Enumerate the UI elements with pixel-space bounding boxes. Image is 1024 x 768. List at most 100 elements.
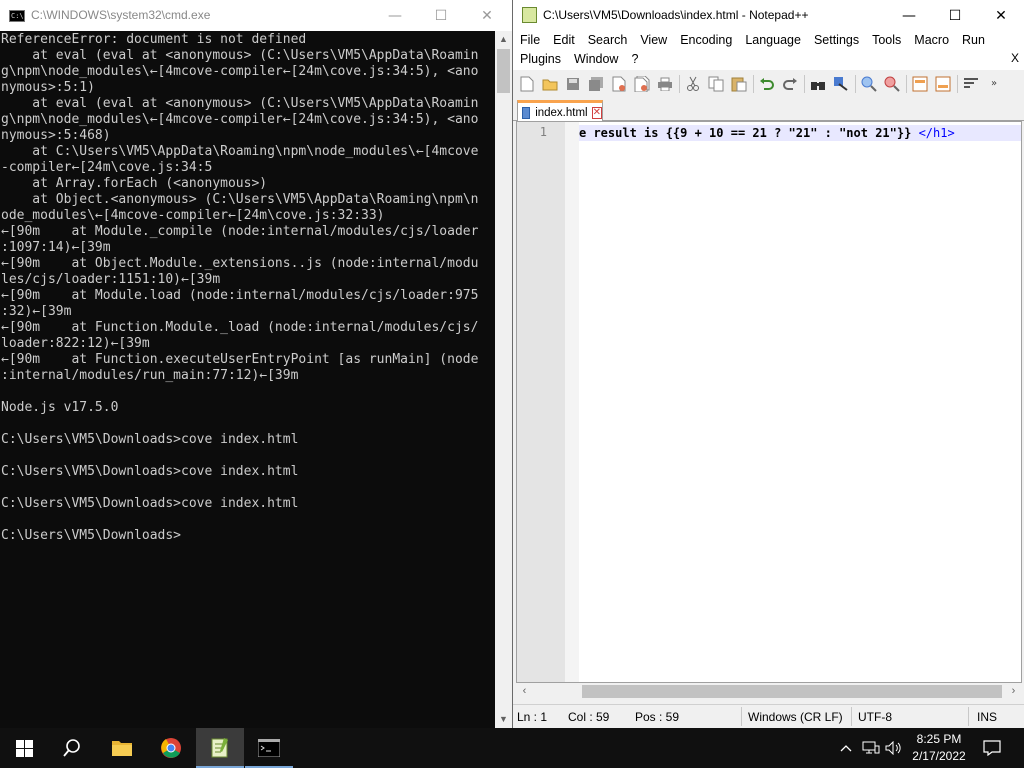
fold-margin	[565, 122, 579, 682]
zoom-out-icon[interactable]	[883, 75, 901, 93]
clock-date: 2/17/2022	[912, 749, 966, 763]
file-explorer-icon[interactable]	[98, 728, 146, 768]
console-line: C:\Users\VM5\Downloads>cove index.html	[1, 496, 299, 511]
file-saved-icon	[522, 106, 531, 119]
scroll-left-arrow-icon[interactable]: ‹	[516, 683, 533, 700]
menu-item-tools[interactable]: Tools	[865, 31, 907, 50]
menu-item-view[interactable]: View	[633, 31, 673, 50]
menu-item-file[interactable]: File	[513, 31, 546, 50]
console-line: nymous>:5:1)	[1, 80, 95, 95]
console-line: :1097:14)←[39m	[1, 240, 111, 255]
menu-item-help[interactable]: ?	[624, 50, 644, 69]
tab-label: index.html	[535, 106, 588, 119]
scroll-down-arrow-icon[interactable]: ▼	[495, 711, 512, 728]
paste-icon[interactable]	[730, 75, 748, 93]
toolbar-separator	[753, 74, 754, 93]
npp-editor[interactable]: 1 e result is {{9 + 10 == 21 ? "21" : "n…	[516, 121, 1022, 683]
cmd-maximize-button[interactable]: ☐	[418, 0, 464, 31]
status-separator	[968, 707, 969, 726]
console-line: -compiler←[24m\cove.js:34:5	[1, 160, 213, 175]
menu-close-doc-button[interactable]: X	[1011, 51, 1019, 65]
editor-horizontal-scrollbar[interactable]: ‹ ›	[516, 683, 1022, 700]
cmd-close-button[interactable]: ✕	[464, 0, 510, 31]
console-line: ←[90m at Function.Module._load (node:int…	[1, 320, 479, 335]
npp-toolbar: »	[513, 70, 1024, 97]
new-file-icon[interactable]	[518, 75, 536, 93]
npp-menubar: File Edit Search View Encoding Language Settin…	[513, 31, 1024, 70]
npp-titlebar[interactable]: C:\Users\VM5\Downloads\index.html - Note…	[513, 0, 1024, 31]
chevron-up-icon[interactable]	[836, 728, 856, 768]
tab-index-html[interactable]: index.html ✕	[517, 100, 603, 122]
console-line: ReferenceError: document is not defined	[1, 32, 307, 47]
cmd-vertical-scrollbar[interactable]: ▲ ▼	[495, 31, 512, 728]
menu-item-encoding[interactable]: Encoding	[673, 31, 738, 50]
taskbar: 8:25 PM 2/17/2022	[0, 728, 1024, 768]
sync-h-icon[interactable]	[934, 75, 952, 93]
menu-item-plugins[interactable]: Plugins	[513, 50, 567, 69]
menu-item-language[interactable]: Language	[738, 31, 807, 50]
console-line: loader:822:12)←[39m	[1, 336, 150, 351]
tab-close-icon[interactable]: ✕	[591, 106, 602, 119]
menu-item-window[interactable]: Window	[567, 50, 624, 69]
clock-time: 8:25 PM	[916, 732, 962, 746]
network-icon[interactable]	[860, 728, 882, 768]
save-all-icon[interactable]	[587, 75, 605, 93]
undo-icon[interactable]	[758, 75, 776, 93]
search-icon[interactable]	[48, 728, 96, 768]
menu-item-search[interactable]: Search	[581, 31, 634, 50]
npp-minimize-button[interactable]: —	[886, 0, 932, 31]
npp-window-title: C:\Users\VM5\Downloads\index.html - Note…	[543, 8, 809, 22]
find-icon[interactable]	[809, 75, 827, 93]
console-line: g\npm\node_modules\←[4mcove-compiler←[24…	[1, 64, 479, 79]
menu-item-edit[interactable]: Edit	[546, 31, 581, 50]
cmd-titlebar[interactable]: C:\ C:\WINDOWS\system32\cmd.exe — ☐ ✕	[0, 0, 512, 31]
npp-maximize-button[interactable]: ☐	[932, 0, 978, 31]
print-icon[interactable]	[656, 75, 674, 93]
status-separator	[741, 707, 742, 726]
scroll-right-arrow-icon[interactable]: ›	[1005, 683, 1022, 700]
cmd-icon[interactable]	[245, 728, 293, 768]
menu-item-macro[interactable]: Macro	[907, 31, 955, 50]
console-line: ode_modules\←[4mcove-compiler←[24m\cove.…	[1, 208, 385, 223]
cmd-minimize-button[interactable]: —	[372, 0, 418, 31]
cmd-console-output[interactable]: ReferenceError: document is not defined …	[0, 31, 494, 728]
status-position: Pos : 59	[635, 710, 680, 724]
cmd-window-title: C:\WINDOWS\system32\cmd.exe	[31, 8, 211, 22]
replace-icon[interactable]	[832, 75, 850, 93]
zoom-in-icon[interactable]	[860, 75, 878, 93]
chrome-icon[interactable]	[147, 728, 195, 768]
save-icon[interactable]	[564, 75, 582, 93]
start-icon[interactable]	[0, 728, 48, 768]
notification-icon[interactable]	[978, 728, 1006, 768]
notepadpp-icon[interactable]	[196, 728, 244, 768]
line-number: 1	[539, 125, 547, 139]
menu-item-run[interactable]: Run	[955, 31, 991, 50]
close-icon[interactable]	[610, 75, 628, 93]
copy-icon[interactable]	[707, 75, 725, 93]
toolbar-overflow-chevron-icon[interactable]: »	[985, 75, 1003, 93]
console-line: :internal/modules/run_main:77:12)←[39m	[1, 368, 299, 383]
console-line: C:\Users\VM5\Downloads>	[1, 528, 182, 543]
wrap-icon[interactable]	[962, 75, 980, 93]
editor-hscroll-thumb[interactable]	[582, 685, 1002, 698]
close-all-icon[interactable]	[633, 75, 651, 93]
cut-icon[interactable]	[684, 75, 702, 93]
redo-icon[interactable]	[781, 75, 799, 93]
console-line: at eval (eval at <anonymous> (C:\Users\V…	[1, 48, 479, 63]
npp-close-button[interactable]: ✕	[978, 0, 1024, 31]
npp-statusbar: Ln : 1 Col : 59 Pos : 59 Windows (CR LF)…	[513, 704, 1024, 728]
taskbar-clock[interactable]: 8:25 PM 2/17/2022	[900, 731, 978, 765]
cmd-window[interactable]: C:\ C:\WINDOWS\system32\cmd.exe — ☐ ✕ Re…	[0, 0, 512, 728]
toolbar-separator	[957, 74, 958, 93]
cmd-scroll-thumb[interactable]	[497, 49, 510, 93]
menu-item-settings[interactable]: Settings	[807, 31, 865, 50]
console-line: at Array.forEach (<anonymous>)	[1, 176, 268, 191]
scroll-up-arrow-icon[interactable]: ▲	[495, 31, 512, 48]
code-line-1[interactable]: e result is {{9 + 10 == 21 ? "21" : "not…	[579, 125, 1021, 141]
sync-v-icon[interactable]	[911, 75, 929, 93]
open-file-icon[interactable]	[541, 75, 559, 93]
notepadpp-window[interactable]: C:\Users\VM5\Downloads\index.html - Note…	[512, 0, 1024, 728]
